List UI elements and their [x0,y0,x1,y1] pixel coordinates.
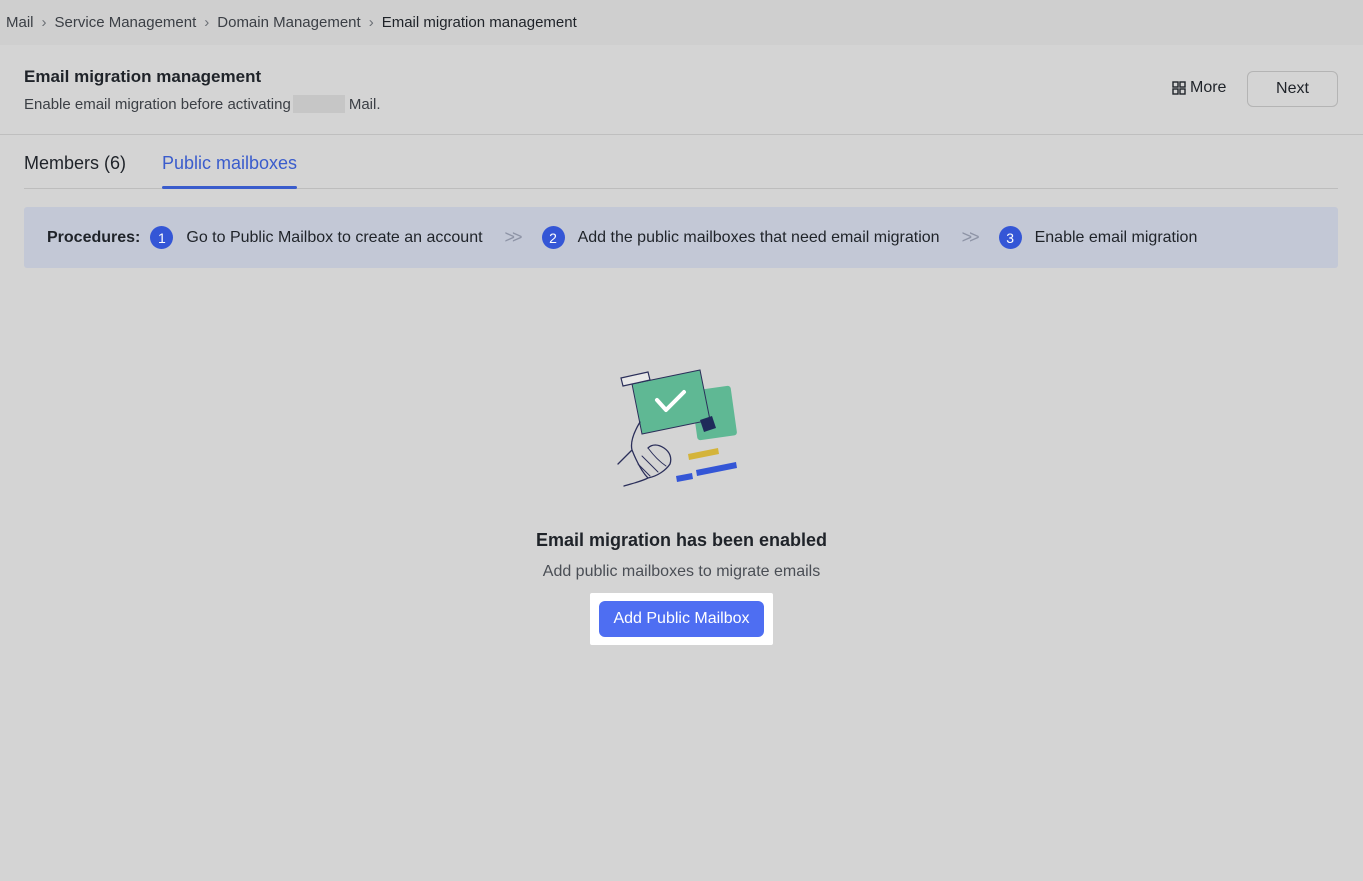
procedures-label: Procedures: [47,228,141,246]
step-text-2: Add the public mailboxes that need email… [577,228,940,246]
step-text-3: Enable email migration [1034,228,1198,246]
subtitle-text-before: Enable email migration before activating [24,95,291,113]
grid-icon [1172,81,1186,95]
subtitle-text-after: Mail. [348,95,381,113]
empty-state-title: Email migration has been enabled [535,530,828,550]
page-header: Email migration management Enable email … [0,45,1363,135]
page-title: Email migration management [24,67,262,86]
double-chevron-icon: >> [504,227,523,247]
next-button[interactable]: Next [1247,71,1338,107]
double-chevron-icon: >> [961,227,980,247]
more-label: More [1190,79,1227,96]
chevron-right-icon: › [368,14,374,31]
step-number-2: 2 [541,226,565,249]
step-number-1: 1 [150,226,174,249]
add-button-highlight: Add Public Mailbox [590,593,773,645]
breadcrumb: Mail › Service Management › Domain Manag… [0,0,1363,45]
empty-state: Email migration has been enabled Add pub… [0,360,1363,645]
more-button[interactable]: More [1172,79,1226,97]
tab-bar: Members (6) Public mailboxes [24,135,1338,189]
add-public-mailbox-button[interactable]: Add Public Mailbox [599,601,764,637]
empty-state-description: Add public mailboxes to migrate emails [542,563,821,580]
breadcrumb-current: Email migration management [381,14,577,31]
chevron-right-icon: › [41,14,47,31]
redacted-brand-name [292,95,345,113]
tab-members[interactable]: Members (6) [24,153,126,188]
chevron-right-icon: › [204,14,210,31]
tab-public-mailboxes[interactable]: Public mailboxes [162,153,298,189]
breadcrumb-mail[interactable]: Mail [6,14,34,31]
step-text-1: Go to Public Mailbox to create an accoun… [186,228,483,246]
step-number-3: 3 [998,226,1022,249]
procedures-banner: Procedures: 1 Go to Public Mailbox to cr… [24,207,1338,268]
breadcrumb-domain-management[interactable]: Domain Management [217,14,360,31]
page-subtitle: Enable email migration before activating… [24,95,381,113]
breadcrumb-service-management[interactable]: Service Management [55,14,197,31]
checkmark-card-icon [612,360,752,500]
